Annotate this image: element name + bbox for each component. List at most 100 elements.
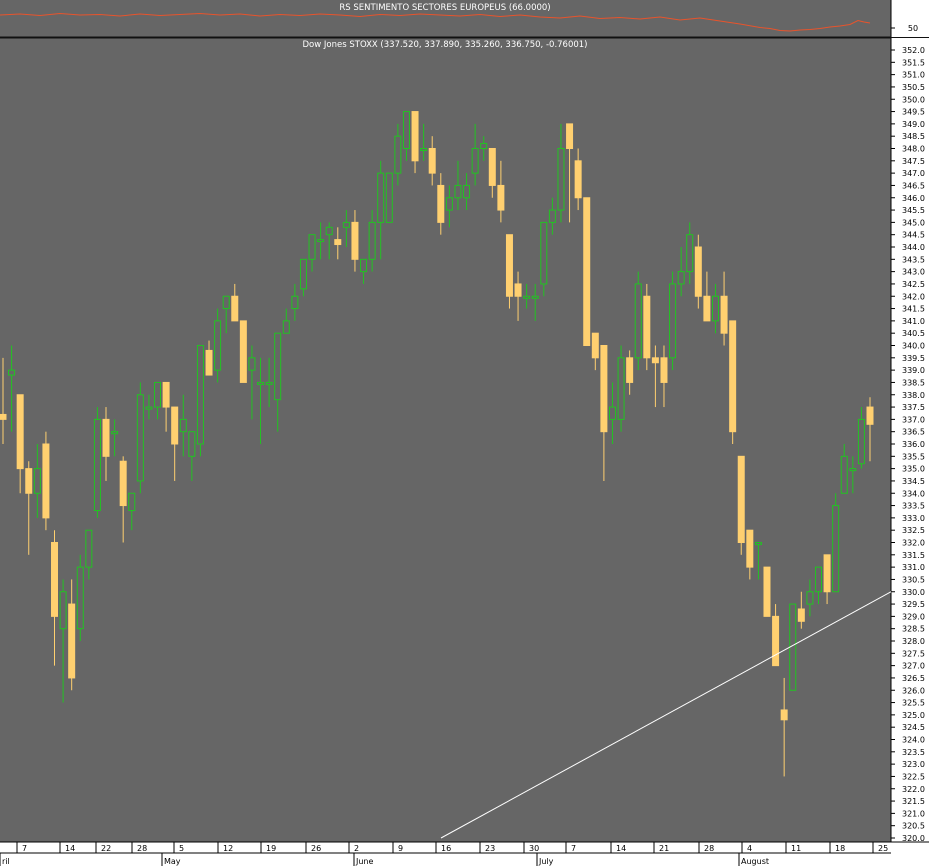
candle-body-up	[342, 221, 350, 228]
candle-body-up	[840, 455, 848, 494]
price-tick-label: 339.5	[902, 354, 925, 363]
candle-body-down	[626, 357, 634, 383]
candle	[171, 406, 179, 481]
candle-body-up	[832, 505, 840, 593]
candle	[282, 308, 290, 334]
candle-body-down	[351, 221, 359, 260]
date-tick-label: 30	[529, 844, 539, 853]
candle	[428, 136, 436, 186]
candle	[257, 357, 265, 444]
price-tick-label: 340.0	[902, 342, 925, 351]
date-tick-label: 22	[101, 844, 111, 853]
candle	[720, 271, 728, 346]
candle	[205, 340, 213, 376]
candle-body-up	[677, 271, 685, 285]
candle-body-up	[317, 239, 325, 243]
month-label: July	[538, 857, 554, 866]
candle-body-up	[402, 111, 410, 149]
candle-body-up	[188, 431, 196, 457]
price-tick-label: 351.5	[902, 58, 925, 67]
candle	[128, 492, 136, 531]
candle-body-up	[368, 221, 376, 260]
price-tick-label: 335.0	[902, 465, 925, 474]
candle	[85, 529, 93, 580]
price-tick-label: 328.5	[902, 625, 925, 634]
price-tick-label: 322.5	[902, 772, 925, 781]
candle	[523, 283, 531, 309]
date-tick-label: 4	[747, 844, 752, 853]
candle-body-down	[411, 111, 419, 162]
trendline-group	[440, 591, 892, 839]
candle-body-down	[171, 406, 179, 445]
candle-body-down	[51, 542, 59, 617]
candle-body-up	[806, 591, 814, 605]
date-tick-label: 16	[441, 844, 451, 853]
candle-body-up	[686, 234, 694, 273]
price-tick-label: 320.5	[902, 822, 925, 831]
candle-body-down	[660, 357, 668, 383]
candle	[763, 566, 771, 617]
candle	[849, 456, 857, 494]
candle-body-down	[651, 357, 659, 364]
candle	[651, 345, 659, 408]
date-tick-label: 21	[659, 844, 669, 853]
candle-body-down	[42, 443, 50, 519]
price-tick-label: 329.0	[902, 612, 925, 621]
candle-body-up	[325, 226, 333, 236]
candle-body-down	[746, 529, 754, 568]
price-tick-label: 349.0	[902, 120, 925, 129]
candle	[797, 591, 805, 629]
candle-body-up	[360, 258, 368, 273]
price-tick-label: 345.5	[902, 206, 925, 215]
candle	[33, 444, 41, 518]
candle-body-down	[428, 148, 436, 174]
candle	[145, 394, 153, 420]
support-trendline	[440, 591, 892, 839]
candle-body-up	[385, 172, 393, 223]
candle-body-down	[102, 418, 110, 457]
candle-body-down	[566, 123, 574, 149]
candle-body-down	[866, 406, 874, 425]
price-tick-label: 348.5	[902, 132, 925, 141]
candle-body-up	[471, 148, 479, 174]
price-tick-label: 327.5	[902, 649, 925, 658]
candle-body-up	[111, 431, 119, 435]
price-tick-label: 333.0	[902, 514, 925, 523]
candle	[136, 382, 144, 494]
price-tick-label: 337.5	[902, 403, 925, 412]
price-tick-label: 327.0	[902, 662, 925, 671]
candle	[360, 258, 368, 284]
candle-body-up	[222, 295, 230, 310]
candle	[514, 271, 522, 321]
price-chart-title: Dow Jones STOXX (337.520, 337.890, 335.2…	[303, 40, 588, 50]
date-tick-label: 18	[835, 844, 845, 853]
price-tick-label: 333.5	[902, 502, 925, 511]
candle	[154, 381, 162, 420]
candle	[857, 407, 865, 469]
candle-body-up	[540, 221, 548, 285]
candle	[746, 529, 754, 580]
price-tick-label: 326.5	[902, 674, 925, 683]
candle	[119, 456, 127, 543]
date-tick-label: 7	[22, 844, 27, 853]
price-tick-label: 347.0	[902, 169, 925, 178]
price-tick-label: 330.5	[902, 575, 925, 584]
candle	[265, 357, 273, 408]
candle	[368, 210, 376, 272]
candle	[832, 493, 840, 593]
candle-body-down	[720, 295, 728, 334]
candle	[394, 123, 402, 186]
candle	[669, 271, 677, 371]
candle-body-up	[274, 332, 282, 401]
candle-body-down	[591, 332, 599, 359]
candle-body-down	[772, 615, 780, 667]
candle	[711, 283, 719, 334]
candle-body-down	[763, 566, 771, 617]
date-tick-label: 23	[485, 844, 495, 853]
candle	[531, 283, 539, 321]
candle	[866, 397, 874, 462]
candle-body-up	[669, 283, 677, 359]
candle	[634, 271, 642, 371]
date-tick-label: 7	[571, 844, 576, 853]
candlestick-series	[0, 111, 874, 777]
